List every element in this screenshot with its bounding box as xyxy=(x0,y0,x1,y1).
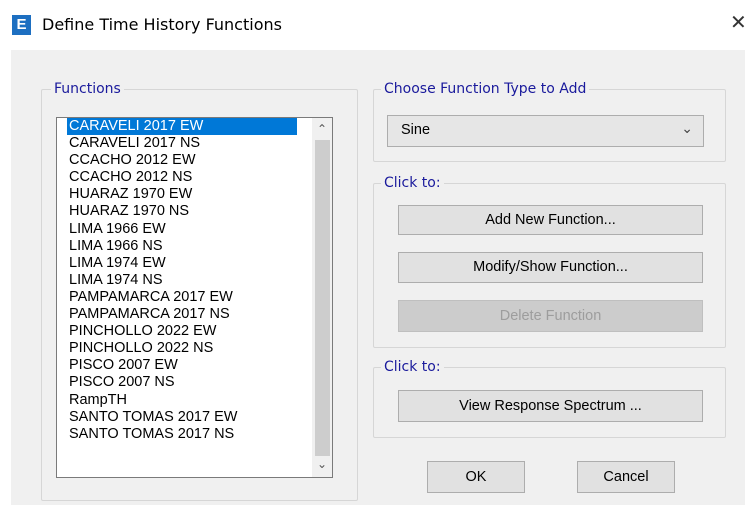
title-bar: E Define Time History Functions ✕ xyxy=(0,0,745,50)
functions-listbox[interactable]: CARAVELI 2017 EW CARAVELI 2017 NS CCACHO 2… xyxy=(56,117,333,478)
functions-list: CARAVELI 2017 EW CARAVELI 2017 NS CCACHO 2… xyxy=(57,118,312,443)
list-item[interactable]: PAMPAMARCA 2017 EW xyxy=(57,289,312,306)
list-item[interactable]: PISCO 2007 NS xyxy=(57,374,312,391)
list-item[interactable]: PINCHOLLO 2022 NS xyxy=(57,340,312,357)
delete-function-button: Delete Function xyxy=(398,300,703,332)
scroll-down-icon[interactable]: ⌄ xyxy=(312,455,332,473)
list-item[interactable]: CARAVELI 2017 NS xyxy=(57,135,312,152)
function-type-legend: Choose Function Type to Add xyxy=(381,81,590,97)
list-item[interactable]: LIMA 1974 NS xyxy=(57,272,312,289)
chevron-down-icon: ⌄ xyxy=(681,120,693,136)
app-logo-icon: E xyxy=(12,15,31,35)
scroll-up-icon[interactable]: ⌃ xyxy=(312,120,332,138)
list-item[interactable]: HUARAZ 1970 NS xyxy=(57,203,312,220)
vertical-scrollbar[interactable]: ⌃ ⌄ xyxy=(312,118,332,477)
function-type-value: Sine xyxy=(401,122,431,138)
click-to-legend-1: Click to: xyxy=(381,175,444,191)
list-item[interactable]: LIMA 1966 EW xyxy=(57,221,312,238)
function-type-select[interactable]: Sine ⌄ xyxy=(387,115,704,147)
functions-legend: Functions xyxy=(51,81,124,97)
click-to-legend-2: Click to: xyxy=(381,359,444,375)
list-item[interactable]: PISCO 2007 EW xyxy=(57,357,312,374)
add-new-function-button[interactable]: Add New Function... xyxy=(398,205,703,235)
window-title: Define Time History Functions xyxy=(42,15,282,34)
view-response-spectrum-button[interactable]: View Response Spectrum ... xyxy=(398,390,703,422)
list-item[interactable]: LIMA 1966 NS xyxy=(57,238,312,255)
list-item[interactable]: HUARAZ 1970 EW xyxy=(57,186,312,203)
list-item[interactable]: SANTO TOMAS 2017 NS xyxy=(57,426,312,443)
list-item[interactable]: RampTH xyxy=(57,392,312,409)
list-item[interactable]: CCACHO 2012 EW xyxy=(57,152,312,169)
ok-button[interactable]: OK xyxy=(427,461,525,493)
scroll-thumb[interactable] xyxy=(315,140,330,456)
list-item[interactable]: CCACHO 2012 NS xyxy=(57,169,312,186)
list-item[interactable]: PAMPAMARCA 2017 NS xyxy=(57,306,312,323)
list-item[interactable]: SANTO TOMAS 2017 EW xyxy=(57,409,312,426)
cancel-button[interactable]: Cancel xyxy=(577,461,675,493)
modify-show-function-button[interactable]: Modify/Show Function... xyxy=(398,252,703,283)
list-item[interactable]: CARAVELI 2017 EW xyxy=(67,118,297,136)
close-icon[interactable]: ✕ xyxy=(730,12,745,34)
list-item[interactable]: PINCHOLLO 2022 EW xyxy=(57,323,312,340)
list-item[interactable]: LIMA 1974 EW xyxy=(57,255,312,272)
